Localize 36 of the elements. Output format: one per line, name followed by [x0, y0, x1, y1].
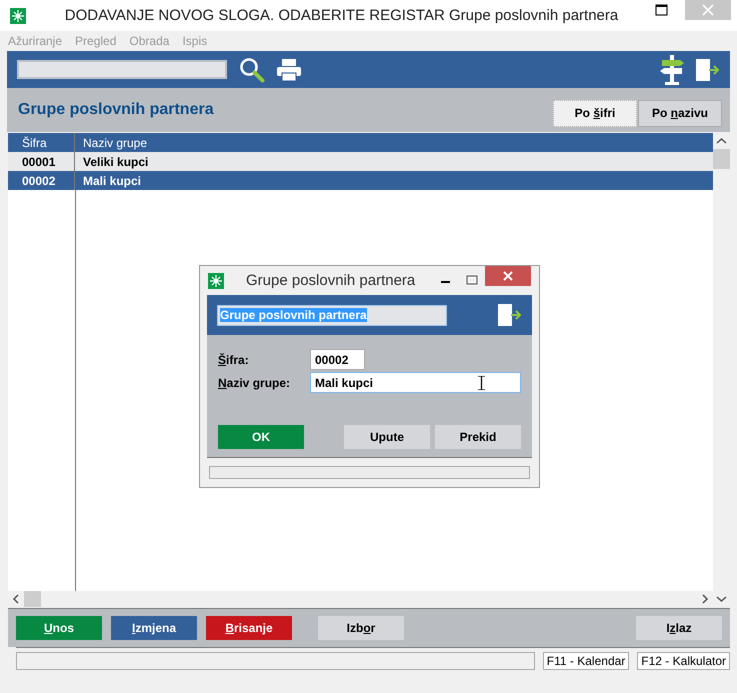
- status-field: F12 - Kalkulator: [637, 652, 730, 670]
- table-cell-text: Mali kupci: [82, 172, 142, 190]
- signpost-icon[interactable]: [660, 54, 684, 84]
- scrollbar-thumb[interactable]: [24, 591, 41, 607]
- status-field: F11 - Kalendar: [542, 652, 630, 670]
- input-field[interactable]: 00002: [310, 349, 365, 370]
- exit-icon[interactable]: [498, 304, 522, 326]
- action-button[interactable]: Izlaz: [636, 616, 722, 640]
- printer-icon[interactable]: [277, 58, 301, 80]
- scrollbar-thumb[interactable]: [713, 149, 730, 169]
- input-field[interactable]: Mali kupci: [310, 372, 521, 393]
- action-button[interactable]: Izbor: [318, 616, 404, 640]
- sort-tab[interactable]: Po nazivu: [638, 100, 722, 126]
- action-button[interactable]: Unos: [16, 616, 102, 640]
- exit-icon[interactable]: [696, 58, 720, 80]
- table-row[interactable]: 00001 Veliki kupci: [8, 152, 713, 171]
- table-row[interactable]: 00002 Mali kupci: [8, 171, 713, 190]
- close-icon[interactable]: [485, 266, 531, 286]
- column-header[interactable]: Naziv grupe: [75, 133, 713, 152]
- action-button[interactable]: Brisanje: [206, 616, 292, 640]
- search-icon[interactable]: [239, 56, 265, 82]
- table-cell-text: Veliki kupci: [82, 154, 150, 170]
- search-field[interactable]: [17, 60, 227, 79]
- app-icon: [10, 8, 26, 24]
- sort-tab[interactable]: Po šifri: [553, 100, 637, 126]
- field-label: Naziv grupe:: [218, 376, 292, 390]
- field-label: Šifra:: [218, 352, 250, 366]
- app-icon: [208, 272, 224, 288]
- dialog-button[interactable]: OK: [218, 425, 304, 449]
- action-button[interactable]: Izmjena: [111, 616, 197, 640]
- text-cursor-icon: [478, 376, 485, 390]
- dialog-button[interactable]: Upute: [344, 425, 430, 449]
- dialog-button[interactable]: Prekid: [435, 425, 521, 449]
- register-title: Grupe poslovnih partnera: [18, 101, 215, 119]
- dialog-title: Grupe poslovnih partnera: [246, 272, 416, 289]
- window-title: DODAVANJE NOVOG SLOGA. ODABERITE REGISTAR Grupe poslovnih partnera: [64, 7, 620, 24]
